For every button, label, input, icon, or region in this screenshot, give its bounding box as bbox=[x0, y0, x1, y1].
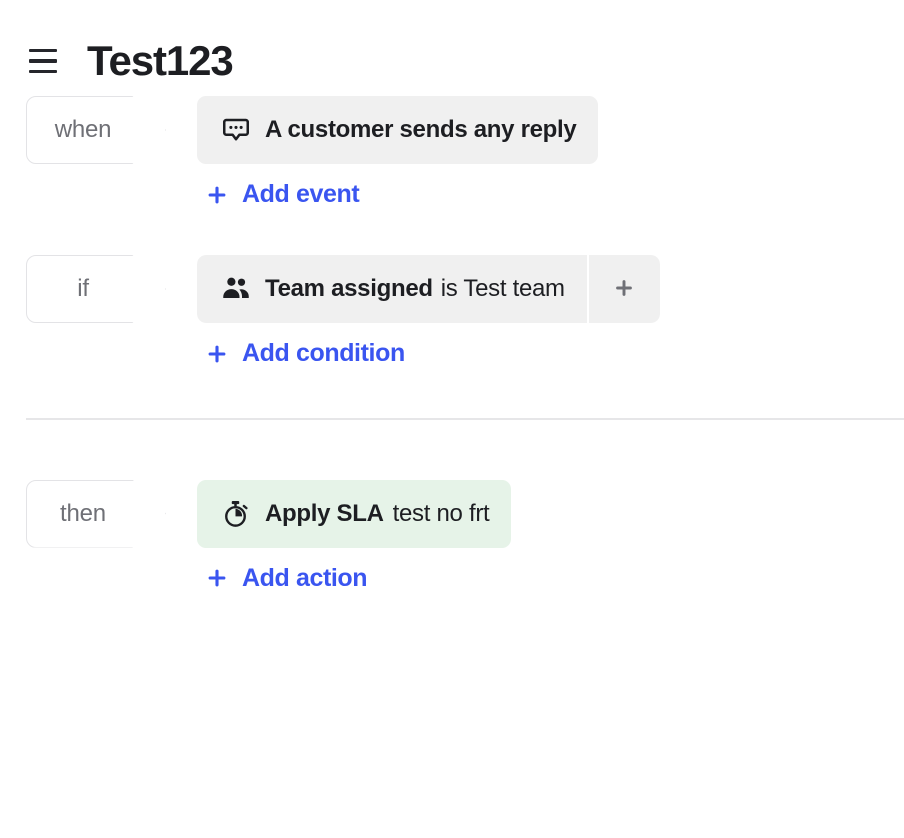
add-condition-label: Add condition bbox=[242, 339, 405, 367]
stopwatch-icon bbox=[221, 499, 251, 529]
action-value: test no frt bbox=[392, 499, 490, 527]
page-title: Test123 bbox=[87, 37, 234, 84]
chat-bubble-dots-icon bbox=[221, 115, 251, 145]
page-header: Test123 bbox=[0, 0, 904, 96]
hamburger-line bbox=[29, 59, 57, 63]
action-chip-apply-sla[interactable]: Apply SLA test no frt bbox=[197, 479, 512, 548]
add-event-label: Add event bbox=[242, 180, 360, 208]
if-tag-label: if bbox=[77, 275, 89, 302]
then-section: then Apply SLA test no frt Add action bbox=[0, 479, 904, 592]
condition-chip-group: Team assigned is Test team bbox=[197, 255, 660, 323]
then-row-body: Apply SLA test no frt Add action bbox=[197, 479, 512, 592]
when-row-body: A customer sends any reply Add event bbox=[197, 96, 599, 208]
condition-add-more-button[interactable] bbox=[588, 255, 660, 323]
if-tag: if bbox=[26, 255, 166, 323]
then-row: then Apply SLA test no frt Add action bbox=[26, 479, 904, 592]
hamburger-menu-icon[interactable] bbox=[26, 44, 60, 78]
event-chip-label: A customer sends any reply bbox=[265, 116, 577, 143]
plus-icon bbox=[206, 567, 228, 589]
condition-subject: Team assigned bbox=[265, 275, 433, 302]
plus-icon bbox=[206, 184, 228, 206]
when-row: when A customer sends any reply Add even… bbox=[26, 96, 904, 207]
add-action-label: Add action bbox=[242, 563, 368, 592]
plus-icon bbox=[613, 277, 635, 302]
plus-icon bbox=[206, 343, 228, 365]
add-condition-button[interactable]: Add condition bbox=[206, 341, 405, 366]
when-tag-label: when bbox=[54, 116, 112, 143]
team-users-icon bbox=[221, 274, 251, 304]
if-row-body: Team assigned is Test team Add condition bbox=[197, 255, 660, 366]
hamburger-line bbox=[29, 69, 57, 74]
event-chip-customer-reply[interactable]: A customer sends any reply bbox=[197, 96, 599, 164]
add-action-button[interactable]: Add action bbox=[206, 563, 368, 592]
action-name: Apply SLA bbox=[265, 499, 384, 527]
when-tag: when bbox=[26, 96, 166, 164]
condition-chip-team-assigned[interactable]: Team assigned is Test team bbox=[197, 255, 587, 323]
condition-predicate: is Test team bbox=[440, 275, 565, 302]
if-section: if Team assigned is Test team Add condit… bbox=[0, 255, 904, 366]
add-event-button[interactable]: Add event bbox=[206, 180, 360, 208]
section-divider bbox=[26, 418, 904, 420]
when-section: when A customer sends any reply Add even… bbox=[0, 96, 904, 207]
then-tag: then bbox=[26, 479, 166, 548]
then-tag-label: then bbox=[60, 499, 106, 527]
if-row: if Team assigned is Test team Add condit… bbox=[26, 255, 904, 366]
hamburger-line bbox=[29, 48, 57, 53]
